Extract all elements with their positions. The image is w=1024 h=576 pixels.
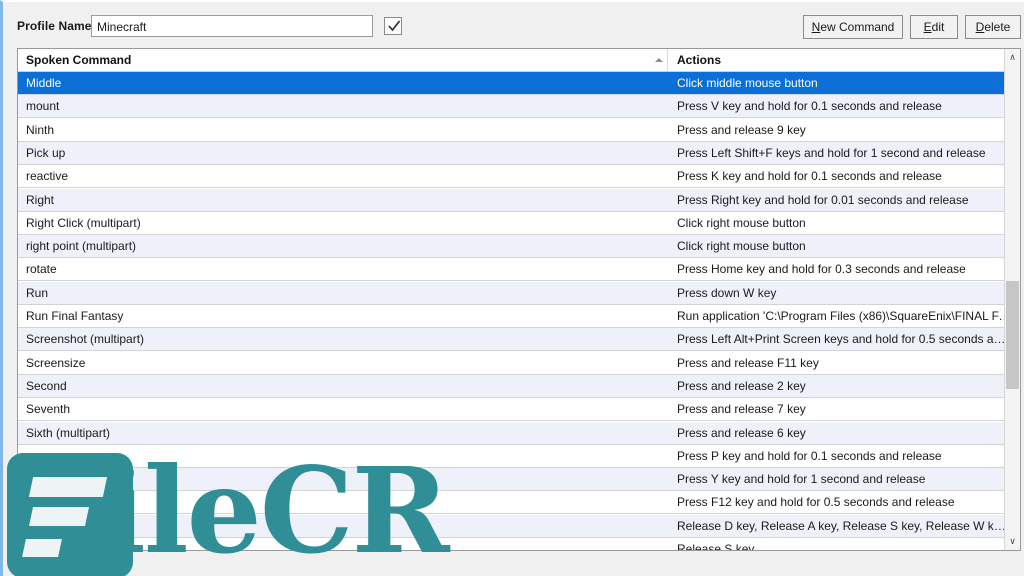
cell-action: Click right mouse button (677, 215, 806, 230)
cell-spoken-command: Screensize (26, 355, 86, 370)
delete-label: elete (984, 20, 1011, 34)
cell-action: Press K key and hold for 0.1 seconds and… (677, 169, 942, 184)
table-row[interactable]: Press F12 key and hold for 0.5 seconds a… (18, 491, 1020, 515)
edit-mnemonic: E (923, 20, 932, 34)
top-toolbar: Profile Name Minecraft New Command Edit … (3, 2, 1024, 48)
profile-editor-window: Profile Name Minecraft New Command Edit … (0, 0, 1024, 576)
cell-action: Click right mouse button (677, 239, 806, 254)
cell-spoken-command: right point (multipart) (26, 239, 137, 254)
scrollbar-thumb[interactable] (1006, 281, 1019, 389)
profile-name-input[interactable]: Minecraft (91, 15, 373, 37)
cell-spoken-command (26, 468, 656, 491)
cell-spoken-command: Screenshot (multipart) (26, 332, 145, 347)
column-header-actions[interactable]: Actions (669, 49, 1020, 71)
cell-spoken-command: reactive (26, 169, 69, 184)
table-row[interactable]: Press P key and hold for 0.1 seconds and… (18, 444, 1020, 468)
delete-button[interactable]: Delete (965, 15, 1021, 39)
cell-action: Run application 'C:\Program Files (x86)\… (677, 309, 1012, 323)
cell-spoken-command (26, 445, 656, 468)
cell-spoken-command: Pick up (26, 145, 66, 160)
cell-action: Press V key and hold for 0.1 seconds and… (677, 99, 942, 114)
sort-ascending-icon (655, 58, 663, 62)
cell-action: Press Right key and hold for 0.01 second… (677, 192, 969, 207)
table-row[interactable]: Screenshot (multipart) Press Left Alt+Pri… (18, 328, 1020, 352)
cell-spoken-command: Sixth (multipart) (26, 425, 111, 440)
table-row[interactable]: Ninth Press and release 9 key (18, 118, 1020, 142)
cell-spoken-command: Right (26, 192, 55, 207)
cell-spoken-command (26, 491, 656, 514)
cell-spoken-command: Second (26, 378, 67, 393)
bottom-toolbar: 63 commands list filter SKMJPXF Apply Do… (3, 549, 1024, 576)
new-command-button[interactable]: New Command (803, 15, 903, 39)
table-row[interactable]: Right Click (multipart) Click right mouse… (18, 211, 1020, 235)
table-row[interactable]: Run Final Fantasy Run application 'C:\Pro… (18, 305, 1020, 328)
list-scrollbar[interactable]: ∧ ∨ (1004, 49, 1020, 550)
profile-enabled-checkbox[interactable] (384, 17, 402, 35)
cell-action: Click middle mouse button (677, 76, 818, 90)
column-header-spoken-command[interactable]: Spoken Command (18, 49, 668, 71)
table-row[interactable]: Press Y key and hold for 1 second and re… (18, 468, 1020, 492)
command-rows: Middle Click middle mouse button mount Pres… (18, 72, 1020, 550)
edit-button[interactable]: Edit (910, 15, 958, 39)
table-row[interactable]: Right Press Right key and hold for 0.01 s… (18, 188, 1020, 212)
table-row[interactable]: Release D key, Release A key, Release S … (18, 514, 1020, 538)
cell-spoken-command: Ninth (26, 122, 55, 137)
new-command-mnemonic: N (811, 20, 821, 34)
cell-action: Press F12 key and hold for 0.5 seconds a… (677, 495, 955, 510)
cell-action: Press and release 2 key (677, 378, 806, 393)
cell-action: Press and release 6 key (677, 425, 806, 440)
table-row[interactable]: Second Press and release 2 key (18, 374, 1020, 398)
cell-spoken-command: Run (26, 285, 49, 300)
cell-spoken-command: mount (26, 99, 60, 114)
table-row[interactable]: Seventh Press and release 7 key (18, 398, 1020, 422)
table-row[interactable]: rotate Press Home key and hold for 0.3 se… (18, 258, 1020, 282)
table-row[interactable]: mount Press V key and hold for 0.1 second… (18, 95, 1020, 119)
cell-action: Press and release 9 key (677, 122, 806, 137)
cell-action: Press Left Alt+Print Screen keys and hol… (677, 332, 1012, 347)
cell-spoken-command: Right Click (multipart) (26, 215, 141, 230)
command-list-header: Spoken Command Actions (18, 49, 1020, 72)
cell-spoken-command: Run Final Fantasy (26, 309, 124, 323)
cell-action: Press and release F11 key (677, 355, 819, 370)
edit-label: dit (931, 20, 945, 34)
command-list[interactable]: Spoken Command Actions Middle Click middl… (17, 48, 1021, 551)
table-row[interactable]: Middle Click middle mouse button (18, 72, 1020, 95)
table-row[interactable]: Screensize Press and release F11 key (18, 351, 1020, 375)
cell-action: Press Y key and hold for 1 second and re… (677, 472, 926, 487)
cell-spoken-command: Middle (26, 76, 62, 90)
cell-action: Press Left Shift+F keys and hold for 1 s… (677, 145, 986, 160)
cell-action: Release D key, Release A key, Release S … (677, 518, 1012, 533)
cell-spoken-command: Seventh (26, 402, 71, 417)
cell-spoken-command: rotate (26, 262, 57, 277)
table-row[interactable]: Sixth (multipart) Press and release 6 key (18, 421, 1020, 445)
table-row[interactable]: right point (multipart) Click right mouse… (18, 235, 1020, 259)
table-row[interactable]: Pick up Press Left Shift+F keys and hold … (18, 141, 1020, 165)
cell-action: Press and release 7 key (677, 402, 806, 417)
cell-action: Press down W key (677, 285, 777, 300)
cell-action: Press P key and hold for 0.1 seconds and… (677, 448, 942, 463)
scroll-up-icon[interactable]: ∧ (1005, 49, 1020, 66)
cell-spoken-command (26, 515, 656, 538)
delete-mnemonic: D (975, 20, 985, 34)
profile-name-label: Profile Name (17, 19, 92, 33)
scroll-down-icon[interactable]: ∨ (1005, 533, 1020, 550)
cell-action: Press Home key and hold for 0.3 seconds … (677, 262, 966, 277)
checkmark-icon (388, 20, 401, 32)
new-command-label: ew Command (820, 20, 895, 34)
table-row[interactable]: reactive Press K key and hold for 0.1 sec… (18, 165, 1020, 189)
table-row[interactable]: Run Press down W key (18, 281, 1020, 305)
